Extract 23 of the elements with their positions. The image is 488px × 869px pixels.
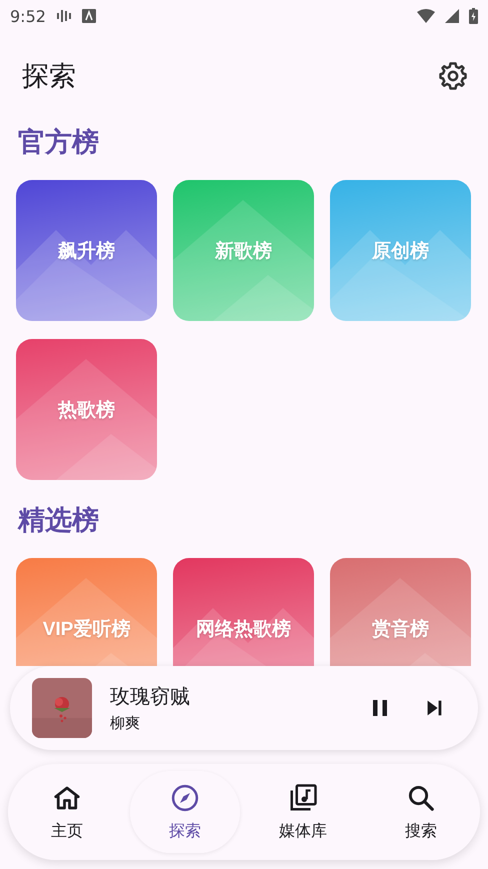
nav-tab[interactable]: 主页 bbox=[12, 771, 122, 853]
sound-bars-icon bbox=[56, 8, 72, 24]
notification-icon bbox=[82, 9, 96, 23]
nav-tab[interactable]: 搜索 bbox=[366, 771, 476, 853]
chart-tile[interactable]: 赏音榜 bbox=[330, 558, 471, 666]
page-title: 探索 bbox=[22, 60, 77, 94]
music-library-icon bbox=[288, 782, 318, 812]
chart-tile[interactable]: 热歌榜 bbox=[16, 339, 157, 480]
nav-tab[interactable]: 探索 bbox=[130, 771, 240, 853]
status-time: 9:52 bbox=[10, 6, 46, 26]
chart-tile[interactable]: 网络热歌榜 bbox=[173, 558, 314, 666]
nav-tab[interactable]: 媒体库 bbox=[248, 771, 358, 853]
mini-player[interactable]: 玫瑰窃贼 柳爽 bbox=[10, 666, 478, 750]
compass-icon bbox=[170, 782, 200, 812]
battery-icon bbox=[469, 8, 478, 24]
section-title: 官方榜 bbox=[18, 126, 100, 160]
section-title: 精选榜 bbox=[18, 504, 100, 538]
chart-tile[interactable]: 飙升榜 bbox=[16, 180, 157, 321]
settings-icon[interactable] bbox=[438, 61, 468, 91]
cell-signal-icon bbox=[445, 9, 459, 23]
wifi-icon bbox=[417, 9, 435, 23]
song-title: 玫瑰窃贼 bbox=[110, 683, 191, 710]
artist-name: 柳爽 bbox=[110, 714, 141, 733]
